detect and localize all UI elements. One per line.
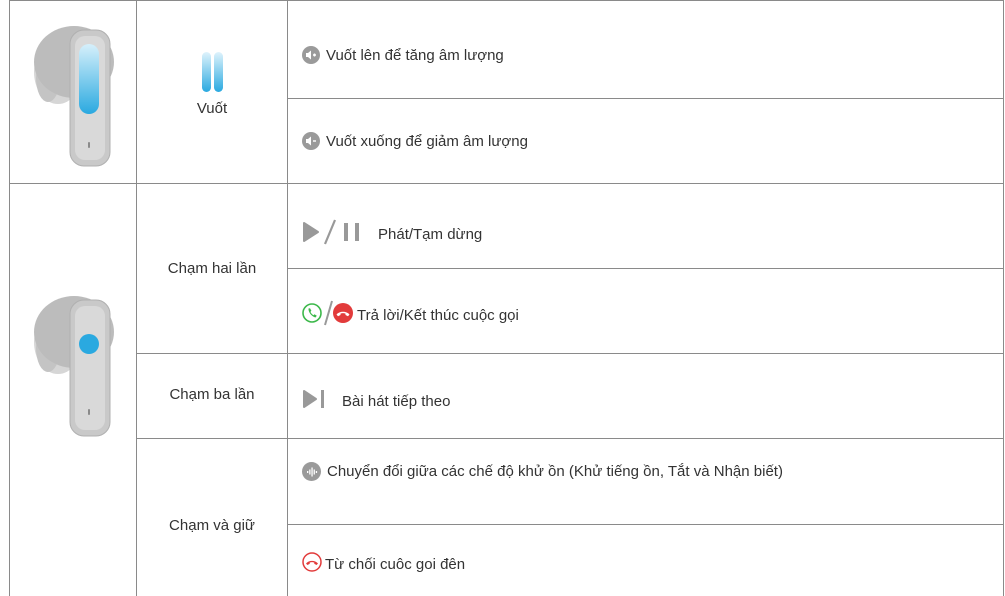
- action-text: Chuyển đổi giữa các chế độ khử ồn (Khử t…: [327, 463, 783, 480]
- grid-row-divider-4a: [287, 524, 1004, 525]
- action-volume-up: Vuốt lên để tăng âm lượng: [302, 46, 504, 64]
- grid-top-line: [9, 0, 1004, 1]
- action-answer-end-call: Trả lời/Kết thúc cuộc gọi: [302, 298, 519, 332]
- grid-row-divider-2a: [287, 268, 1004, 269]
- grid-row-divider-1a: [287, 98, 1004, 99]
- grid-vline-4: [1003, 0, 1004, 596]
- play-pause-icon: [302, 218, 372, 250]
- action-text: Từ chối cuôc goi đên: [325, 555, 466, 573]
- earbud-tap-illustration: [34, 296, 114, 437]
- action-next-track: Bài hát tiếp theo: [302, 388, 450, 414]
- action-noise-control: Chuyển đổi giữa các chế độ khử ồn (Khử t…: [302, 462, 783, 481]
- swipe-gesture-icon: [202, 52, 223, 92]
- grid-vline-3: [287, 0, 288, 596]
- action-text: Trả lời/Kết thúc cuộc gọi: [357, 306, 519, 324]
- gesture-label-triple-tap: Chạm ba lần: [169, 386, 255, 403]
- grid-vline-1: [9, 0, 10, 596]
- action-text: Vuốt lên để tăng âm lượng: [326, 46, 504, 64]
- volume-up-icon: [302, 46, 320, 64]
- action-decline-call: Từ chối cuôc goi đên: [302, 552, 465, 576]
- decline-call-icon: [302, 552, 322, 576]
- grid-vline-2: [136, 0, 137, 596]
- grid-row-divider-2: [136, 353, 1004, 354]
- gesture-label-swipe: Vuốt: [196, 100, 228, 117]
- action-text: Bài hát tiếp theo: [342, 392, 451, 410]
- grid-row-divider-3: [136, 438, 1004, 439]
- volume-down-icon: [302, 132, 320, 150]
- noise-control-icon: [302, 462, 321, 481]
- action-volume-down: Vuốt xuống để giảm âm lượng: [302, 132, 528, 150]
- earbud-swipe-illustration: [34, 26, 114, 167]
- action-play-pause: Phát/Tạm dừng: [302, 218, 482, 250]
- action-text: Vuốt xuống để giảm âm lượng: [326, 132, 528, 150]
- action-text: Phát/Tạm dừng: [378, 225, 483, 243]
- grid-row-divider-1: [9, 183, 1004, 184]
- gesture-label-press-hold: Chạm và giữ: [169, 517, 255, 534]
- gesture-label-double-tap: Chạm hai lần: [167, 260, 257, 277]
- answer-end-call-icon: [302, 298, 354, 332]
- next-track-icon: [302, 388, 332, 414]
